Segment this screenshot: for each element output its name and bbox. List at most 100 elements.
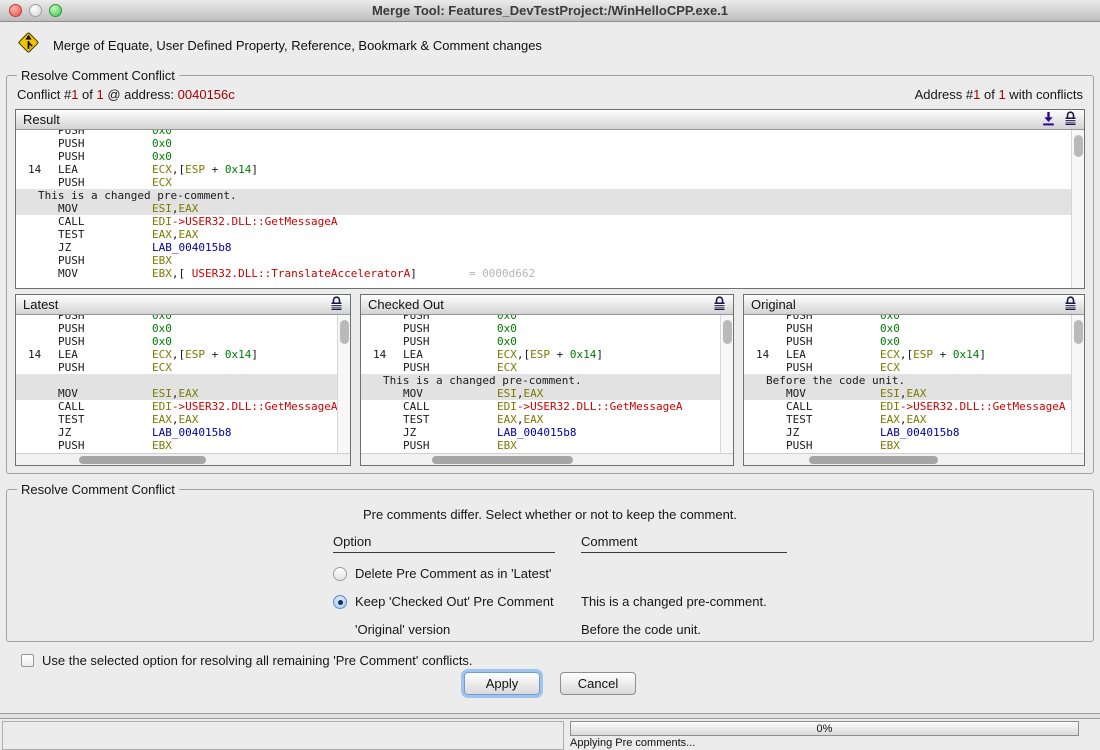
address-counter: Address #1 of 1 with conflicts bbox=[915, 87, 1083, 102]
resolve-options-table: Option Comment Delete Pre Comment as in … bbox=[333, 534, 1085, 637]
listing-row: TESTEAX,EAX bbox=[16, 413, 350, 426]
listing-row: CALLEDI->USER32.DLL::GetMessageA bbox=[744, 400, 1084, 413]
conflict-group-title: Resolve Comment Conflict bbox=[17, 68, 179, 83]
listing-row: PUSH0x0 bbox=[744, 322, 1084, 335]
listing-row: PUSHEBX bbox=[16, 439, 350, 452]
listing-row: JZLAB_004015b8 bbox=[16, 426, 350, 439]
option-label: 'Original' version bbox=[355, 622, 450, 637]
listing-row: 14LEAECX,[ESP + 0x14] bbox=[744, 348, 1084, 361]
listing-row: TESTEAX,EAX bbox=[361, 413, 733, 426]
merge-phase-header: Merge of Equate, User Defined Property, … bbox=[0, 22, 1100, 68]
listing-row: MOVESI,EAX bbox=[16, 387, 350, 400]
listing-row: TESTEAX,EAX bbox=[16, 228, 1084, 241]
listing-row: PUSH0x0 bbox=[361, 335, 733, 348]
option-label: Delete Pre Comment as in 'Latest' bbox=[355, 566, 551, 581]
cancel-button[interactable]: Cancel bbox=[560, 672, 636, 695]
conflict-address: 0040156c bbox=[178, 87, 235, 102]
lock-icon[interactable] bbox=[1064, 111, 1077, 129]
window-controls bbox=[9, 4, 62, 17]
option-column-header: Option bbox=[333, 534, 555, 553]
window-title: Merge Tool: Features_DevTestProject:/Win… bbox=[0, 3, 1100, 18]
use-for-all-row: Use the selected option for resolving al… bbox=[21, 653, 1085, 668]
zoom-button[interactable] bbox=[49, 4, 62, 17]
checked-out-horizontal-scrollbar[interactable] bbox=[361, 453, 733, 465]
listing-row: PUSH0x0 bbox=[744, 335, 1084, 348]
listing-row: MOVESI,EAX bbox=[361, 387, 733, 400]
listing-row: CALLEDI->USER32.DLL::GetMessageA bbox=[16, 215, 1084, 228]
radio-delete-pre-comment[interactable] bbox=[333, 567, 347, 581]
listing-row bbox=[16, 374, 350, 387]
radio-keep-checked-out[interactable] bbox=[333, 595, 347, 609]
latest-panel: Latest PUSH0x0PUSH0x0PUSH0x014LEAECX,[ES… bbox=[15, 294, 351, 466]
result-panel: Result PUSH0 bbox=[15, 109, 1085, 289]
resolve-instruction: Pre comments differ. Select whether or n… bbox=[15, 498, 1085, 534]
conflict-group: Resolve Comment Conflict Conflict #1 of … bbox=[6, 68, 1094, 474]
status-bar: 0% Applying Pre comments... bbox=[0, 713, 1100, 750]
listing-row: 14LEAECX,[ESP + 0x14] bbox=[16, 163, 1084, 176]
listing-row: PUSHECX bbox=[361, 361, 733, 374]
latest-horizontal-scrollbar[interactable] bbox=[16, 453, 350, 465]
listing-row: 14LEAECX,[ESP + 0x14] bbox=[361, 348, 733, 361]
latest-vertical-scrollbar[interactable] bbox=[337, 315, 350, 453]
use-for-all-label: Use the selected option for resolving al… bbox=[42, 653, 473, 668]
listing-row: PUSHECX bbox=[16, 361, 350, 374]
apply-button[interactable]: Apply bbox=[464, 672, 540, 695]
listing-row: Before the code unit. bbox=[744, 374, 1084, 387]
conflict-counter: Conflict #1 of 1 @ address: 0040156c bbox=[17, 87, 235, 102]
latest-panel-title: Latest bbox=[23, 297, 330, 312]
merge-phase-message: Merge of Equate, User Defined Property, … bbox=[53, 38, 542, 53]
original-listing[interactable]: PUSH0x0PUSH0x0PUSH0x014LEAECX,[ESP + 0x1… bbox=[744, 315, 1084, 453]
dialog-buttons: Apply Cancel bbox=[0, 672, 1100, 695]
result-panel-title: Result bbox=[23, 112, 1042, 127]
latest-listing[interactable]: PUSH0x0PUSH0x0PUSH0x014LEAECX,[ESP + 0x1… bbox=[16, 315, 350, 453]
option-row-keep-checked-out: Keep 'Checked Out' Pre Comment This is a… bbox=[333, 594, 1085, 609]
checked-out-panel-header: Checked Out bbox=[361, 295, 733, 315]
window-titlebar: Merge Tool: Features_DevTestProject:/Win… bbox=[0, 0, 1100, 22]
option-row-original-version: 'Original' version Before the code unit. bbox=[333, 622, 1085, 637]
close-button[interactable] bbox=[9, 4, 22, 17]
use-for-all-checkbox[interactable] bbox=[21, 654, 34, 667]
checked-out-vertical-scrollbar[interactable] bbox=[720, 315, 733, 453]
checked-out-listing[interactable]: PUSH0x0PUSH0x0PUSH0x014LEAECX,[ESP + 0x1… bbox=[361, 315, 733, 453]
option-comment: This is a changed pre-comment. bbox=[581, 594, 1085, 609]
listing-row: MOVEBX,[ USER32.DLL::TranslateAccelerato… bbox=[16, 267, 1084, 280]
result-vertical-scrollbar[interactable] bbox=[1071, 130, 1084, 288]
listing-row: PUSH0x0 bbox=[16, 322, 350, 335]
listing-row: PUSH0x0 bbox=[16, 335, 350, 348]
status-splitter bbox=[0, 713, 1100, 719]
listing-row: This is a changed pre-comment. bbox=[16, 189, 1084, 202]
listing-row: JZLAB_004015b8 bbox=[361, 426, 733, 439]
status-message-area bbox=[2, 721, 564, 750]
download-icon[interactable] bbox=[1042, 111, 1055, 129]
lock-icon[interactable] bbox=[330, 296, 343, 314]
option-row-delete-latest: Delete Pre Comment as in 'Latest' bbox=[333, 566, 1085, 581]
original-panel: Original PUSH0x0PUSH0x0PUSH0x014LEAECX,[… bbox=[743, 294, 1085, 466]
listing-row: PUSH0x0 bbox=[16, 137, 1084, 150]
listing-row: PUSH0x0 bbox=[361, 322, 733, 335]
original-horizontal-scrollbar[interactable] bbox=[744, 453, 1084, 465]
listing-row: PUSH0x0 bbox=[16, 130, 1084, 137]
lock-icon[interactable] bbox=[713, 296, 726, 314]
listing-row: PUSHECX bbox=[744, 361, 1084, 374]
listing-row: TESTEAX,EAX bbox=[744, 413, 1084, 426]
listing-row: PUSH0x0 bbox=[16, 150, 1084, 163]
listing-row: This is a changed pre-comment. bbox=[361, 374, 733, 387]
result-listing[interactable]: PUSH0x0PUSH0x0PUSH0x014LEAECX,[ESP + 0x1… bbox=[16, 130, 1084, 288]
lock-icon[interactable] bbox=[1064, 296, 1077, 314]
listing-row: 14LEAECX,[ESP + 0x14] bbox=[16, 348, 350, 361]
latest-panel-header: Latest bbox=[16, 295, 350, 315]
original-vertical-scrollbar[interactable] bbox=[1071, 315, 1084, 453]
result-panel-header: Result bbox=[16, 110, 1084, 130]
listing-row: PUSHEBX bbox=[361, 439, 733, 452]
conflict-counters: Conflict #1 of 1 @ address: 0040156c Add… bbox=[15, 84, 1085, 109]
listing-row: PUSHEBX bbox=[16, 254, 1084, 267]
listing-row: CALLEDI->USER32.DLL::GetMessageA bbox=[16, 400, 350, 413]
listing-row: PUSH0x0 bbox=[16, 315, 350, 322]
listing-row: PUSH0x0 bbox=[361, 315, 733, 322]
listing-row: JZLAB_004015b8 bbox=[744, 426, 1084, 439]
original-panel-title: Original bbox=[751, 297, 1064, 312]
merge-warning-icon bbox=[17, 31, 40, 59]
minimize-button[interactable] bbox=[29, 4, 42, 17]
listing-row: MOVESI,EAX bbox=[16, 202, 1084, 215]
resolve-options-group: Resolve Comment Conflict Pre comments di… bbox=[6, 482, 1094, 642]
